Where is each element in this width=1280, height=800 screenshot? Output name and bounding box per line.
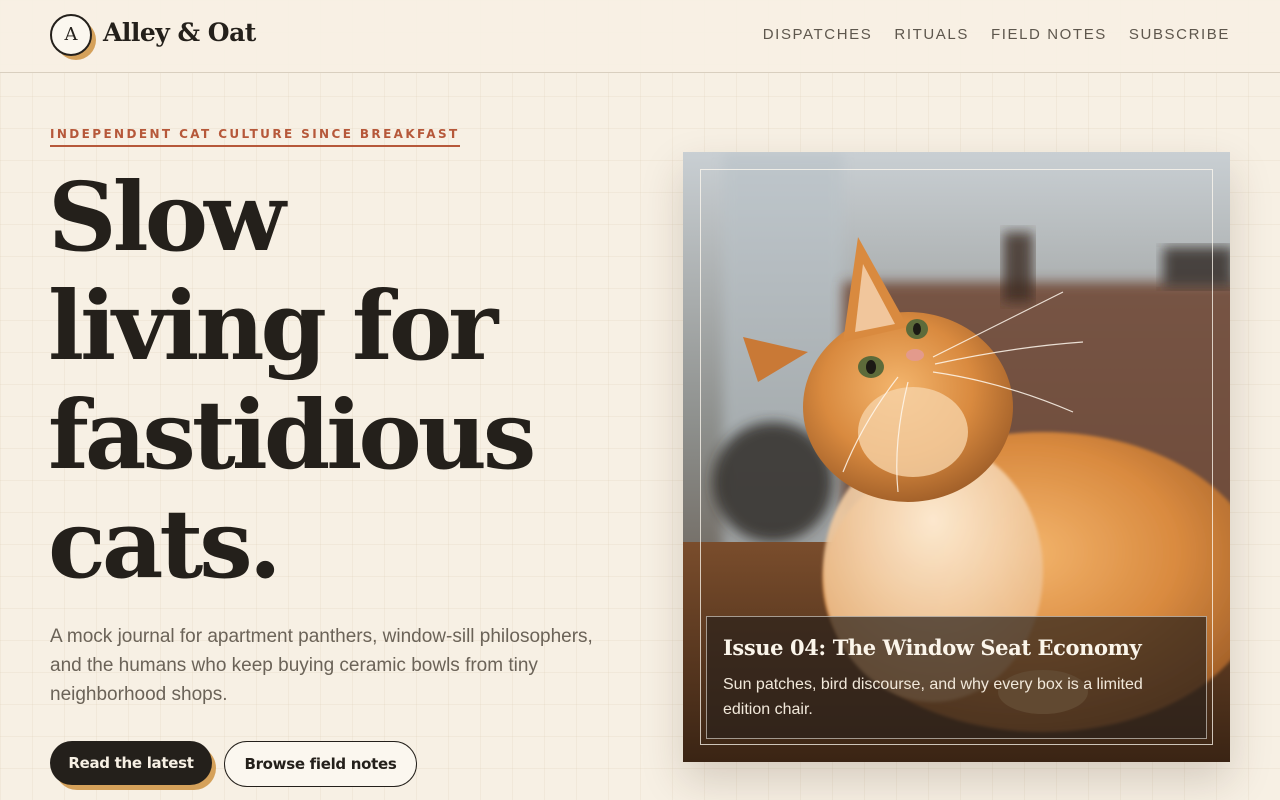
main-nav: DISPATCHES RITUALS FIELD NOTES SUBSCRIBE: [763, 26, 1230, 43]
nav-item-dispatches[interactable]: DISPATCHES: [763, 26, 873, 43]
brand-name: Alley & Oat: [103, 18, 256, 47]
headline-line: Slow: [48, 162, 286, 273]
headline-line: fastidious: [48, 380, 536, 491]
nav-item-field-notes[interactable]: FIELD NOTES: [991, 26, 1107, 43]
feature-title[interactable]: Issue 04: The Window Seat Economy: [723, 635, 1190, 660]
hero-lede: A mock journal for apartment panthers, w…: [50, 626, 593, 705]
primary-cta-wrap: Read the latest: [50, 741, 218, 791]
headline-line: cats.: [48, 489, 282, 600]
hero-eyebrow: INDEPENDENT CAT CULTURE SINCE BREAKFAST: [50, 127, 460, 147]
site-header: A Alley & Oat DISPATCHES RITUALS FIELD N…: [0, 0, 1280, 73]
logo-letter: A: [50, 14, 92, 56]
feature-caption: Issue 04: The Window Seat Economy Sun pa…: [706, 616, 1207, 739]
logo-badge: A: [50, 14, 98, 62]
feature-card[interactable]: Issue 04: The Window Seat Economy Sun pa…: [683, 152, 1230, 762]
nav-item-subscribe[interactable]: SUBSCRIBE: [1129, 26, 1230, 43]
hero-headline: Slow living for fastidious cats.: [48, 163, 648, 599]
headline-line: living for: [48, 271, 498, 382]
browse-field-notes-button[interactable]: Browse field notes: [224, 741, 417, 787]
read-latest-button[interactable]: Read the latest: [50, 741, 212, 785]
feature-description: Sun patches, bird discourse, and why eve…: [723, 676, 1143, 718]
nav-item-rituals[interactable]: RITUALS: [894, 26, 969, 43]
